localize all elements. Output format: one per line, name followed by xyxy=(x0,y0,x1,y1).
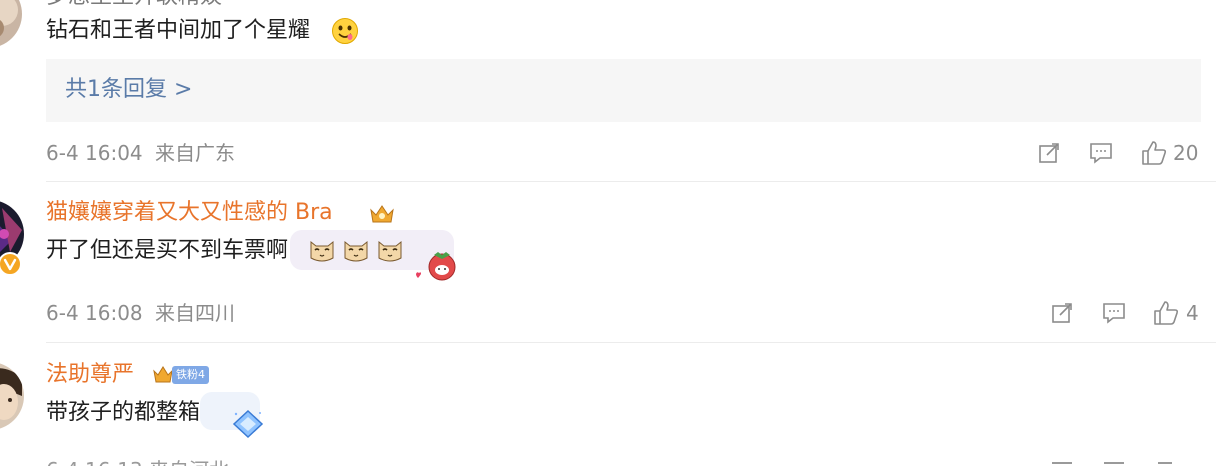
location: 来自广东 xyxy=(155,141,236,165)
like-icon[interactable] xyxy=(1153,300,1179,326)
cat-face-icon xyxy=(378,240,402,262)
comment-text: 钻石和王者中间加了个星耀 xyxy=(46,18,311,43)
divider xyxy=(46,181,1216,182)
drooling-face-icon xyxy=(332,18,358,44)
fan-crown-icon xyxy=(153,366,173,383)
comment-text: 带孩子的都整箱 xyxy=(46,400,201,425)
comment-feed: 梦想里里开联精娱 钻石和王者中间加了个星耀 共1条回复 > 6-4 16:04 … xyxy=(0,0,1216,466)
diamond-sticker-icon xyxy=(232,409,264,439)
divider xyxy=(46,342,1216,343)
like-icon[interactable] xyxy=(1141,140,1167,166)
timestamp: 6-4 16:08 xyxy=(46,301,143,325)
comment-meta-partial: 6-4 16:13 来自河北 xyxy=(46,456,229,466)
username[interactable]: 猫孃孃穿着又大又性感的 Bra xyxy=(46,198,333,228)
vip-crown-icon xyxy=(370,205,394,223)
timestamp: 6-4 16:04 xyxy=(46,141,143,165)
share-icon[interactable] xyxy=(1050,301,1074,325)
comment-icon[interactable] xyxy=(1089,141,1113,165)
reply-summary-box[interactable]: 共1条回复 > xyxy=(46,59,1201,122)
view-replies-link[interactable]: 共1条回复 > xyxy=(65,75,192,105)
like-count: 4 xyxy=(1186,301,1199,325)
cat-face-icon xyxy=(310,240,334,262)
comment-meta: 6-4 16:04 来自广东 xyxy=(46,139,235,167)
avatar[interactable] xyxy=(0,0,22,48)
cat-face-icon xyxy=(344,240,368,262)
fan-level-badge: 铁粉4 xyxy=(172,366,209,384)
comment-icon[interactable] xyxy=(1102,301,1126,325)
share-icon[interactable] xyxy=(1037,141,1061,165)
comment-text: 开了但还是买不到车票啊 xyxy=(46,238,289,263)
like-count: 20 xyxy=(1173,141,1199,165)
username-partial[interactable]: 梦想里里开联精娱 xyxy=(46,0,222,12)
action-icons-partial xyxy=(1050,460,1180,466)
verified-badge-icon xyxy=(0,252,22,276)
avatar[interactable] xyxy=(0,362,24,430)
strawberry-sticker-icon xyxy=(416,252,456,281)
location: 来自四川 xyxy=(155,301,236,325)
comment-meta: 6-4 16:08 来自四川 xyxy=(46,299,235,327)
username[interactable]: 法助尊严 xyxy=(46,360,134,390)
